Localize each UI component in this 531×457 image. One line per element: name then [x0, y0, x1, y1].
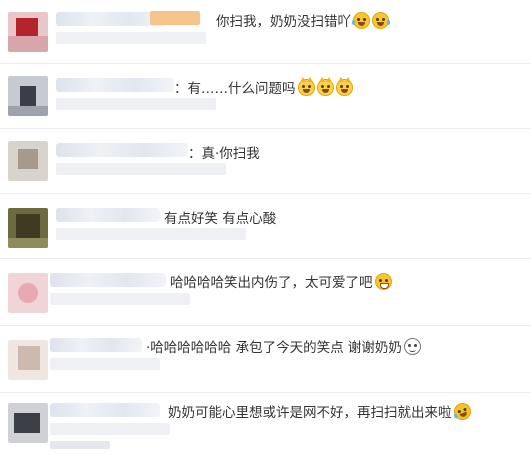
laugh-cry-emoji-icon	[352, 12, 370, 29]
comment-text-body: 有点好笑 有点心酸	[164, 211, 277, 227]
username[interactable]	[50, 403, 160, 417]
avatar[interactable]	[8, 76, 48, 116]
username[interactable]	[56, 78, 174, 92]
comment-text: 你扫我，奶奶没扫错吖	[216, 12, 390, 32]
avatar[interactable]	[8, 273, 48, 313]
comment-row: 有点好笑 有点心酸	[0, 194, 531, 255]
comment-row: ·哈哈哈哈哈哈 承包了今天的笑点 谢谢奶奶	[0, 326, 531, 387]
avatar[interactable]	[8, 141, 48, 181]
comment-text: 有点好笑 有点心酸	[164, 209, 276, 229]
comment-text-body: 哈哈哈哈笑出内伤了，太可爱了吧	[170, 275, 373, 291]
cat-emoji-icon	[297, 77, 315, 96]
cat-emoji-icon	[335, 77, 353, 96]
avatar[interactable]	[8, 403, 48, 443]
comment-row: 你扫我，奶奶没扫错吖	[0, 0, 531, 61]
comment-row: 奶奶可能心里想或许是网不好，再扫扫就出来啦	[0, 393, 531, 454]
avatar[interactable]	[8, 340, 48, 380]
comment-text-body: 奶奶可能心里想或许是网不好，再扫扫就出来啦	[168, 405, 452, 421]
avatar[interactable]	[8, 12, 48, 52]
comment-text-body: ·哈哈哈哈哈哈 承包了今天的笑点 谢谢奶奶	[146, 340, 402, 356]
laugh-cry-emoji-icon	[372, 12, 390, 29]
comment-text-body: 你扫我，奶奶没扫错吖	[216, 14, 351, 30]
comment-row: ：真·你扫我	[0, 129, 531, 190]
sweat-smile-emoji-icon	[403, 338, 421, 355]
comment-text: ：有……什么问题吗	[174, 77, 353, 99]
username[interactable]	[56, 208, 160, 222]
comment-text: ：真·你扫我	[188, 144, 260, 164]
username[interactable]	[50, 273, 166, 287]
comment-row: 哈哈哈哈笑出内伤了，太可爱了吧	[0, 259, 531, 320]
comment-text: 奶奶可能心里想或许是网不好，再扫扫就出来啦	[168, 400, 473, 423]
username[interactable]	[50, 338, 142, 352]
comment-row: ：有……什么问题吗	[0, 64, 531, 125]
username[interactable]	[56, 143, 188, 157]
comment-text: ·哈哈哈哈哈哈 承包了今天的笑点 谢谢奶奶	[146, 338, 421, 358]
comment-text-body: ：真·你扫我	[188, 146, 260, 162]
laugh-cry-emoji-icon	[451, 400, 473, 423]
grin-emoji-icon	[374, 273, 392, 290]
cat-emoji-icon	[316, 77, 334, 96]
comment-text-body: ：有……什么问题吗	[174, 81, 296, 97]
comment-text: 哈哈哈哈笑出内伤了，太可爱了吧	[170, 273, 392, 293]
avatar[interactable]	[8, 208, 48, 248]
